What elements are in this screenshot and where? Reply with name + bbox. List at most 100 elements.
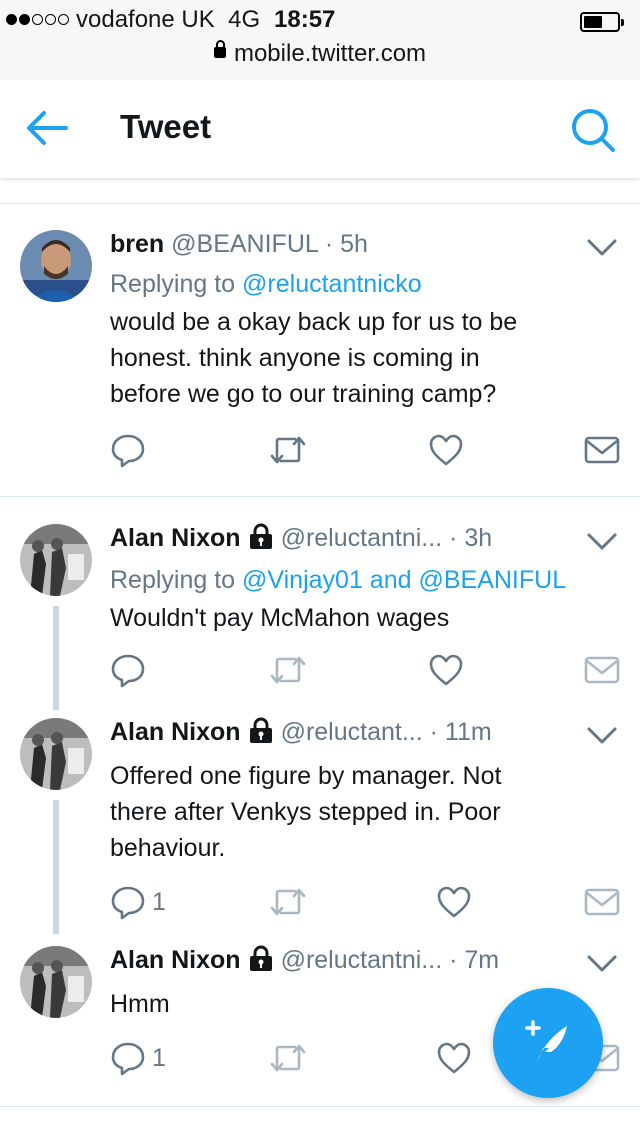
avatar[interactable] — [20, 718, 92, 790]
retweet-icon — [270, 436, 306, 464]
replying-to-label: Replying to — [110, 566, 236, 594]
reply-icon — [111, 654, 145, 688]
separator: · — [429, 718, 438, 746]
reply-count: 1 — [152, 1043, 166, 1072]
like-button[interactable] — [428, 650, 464, 690]
display-name[interactable]: Alan Nixon — [110, 946, 241, 974]
mention-link[interactable]: @Vinjay01 and @BEANIFUL — [242, 566, 566, 594]
separator: · — [324, 230, 334, 258]
more-options-button[interactable] — [586, 726, 618, 746]
reply-icon — [111, 434, 145, 468]
tweet-text-line: Offered one figure by manager. Not — [110, 762, 502, 790]
tweet-actions — [110, 430, 620, 470]
compose-tweet-button[interactable] — [493, 988, 603, 1098]
tweet-header: Alan Nixon @reluctant... · 11m — [110, 717, 492, 754]
clock: 18:57 — [274, 6, 336, 33]
username[interactable]: @BEANIFUL — [171, 230, 318, 258]
reply-icon — [111, 1042, 145, 1076]
chevron-down-icon — [587, 727, 617, 744]
display-name[interactable]: bren — [110, 230, 164, 258]
tweet-text-line: Wouldn't pay McMahon wages — [110, 604, 450, 632]
username[interactable]: @reluctant... — [281, 718, 423, 746]
retweet-icon — [270, 888, 306, 916]
secure-lock-icon — [213, 40, 226, 59]
retweet-button — [268, 1038, 308, 1078]
more-options-button[interactable] — [586, 238, 618, 258]
divider — [0, 1106, 640, 1107]
username[interactable]: @reluctantni... — [281, 524, 443, 552]
replying-to: Replying to @reluctantnicko — [110, 270, 422, 299]
like-button[interactable] — [436, 882, 472, 922]
reply-button[interactable]: 1 — [110, 1038, 166, 1078]
timestamp[interactable]: 3h — [464, 524, 492, 552]
status-row: vodafone UK 4G 18:57 — [0, 6, 640, 36]
display-name[interactable]: Alan Nixon — [110, 718, 241, 746]
thread-connector — [53, 606, 59, 710]
chevron-down-icon — [587, 955, 617, 972]
lock-icon — [249, 945, 272, 972]
avatar[interactable] — [20, 946, 92, 1018]
username[interactable]: @reluctantni... — [281, 946, 443, 974]
tweet-text-line: would be a okay back up for us to be — [110, 308, 518, 336]
separator: · — [449, 524, 458, 552]
profile-photo-icon — [20, 946, 92, 1018]
status-bar: vodafone UK 4G 18:57 mobile.twitter.com — [0, 0, 640, 81]
timestamp[interactable]: 11m — [445, 718, 492, 746]
display-name[interactable]: Alan Nixon — [110, 524, 241, 552]
divider — [0, 496, 640, 497]
reply-button[interactable]: 1 — [110, 882, 166, 922]
battery-icon — [580, 12, 624, 32]
direct-message-button[interactable] — [584, 650, 620, 690]
compose-tweet-icon — [525, 1020, 567, 1062]
address-bar[interactable]: mobile.twitter.com — [0, 40, 640, 70]
url-text: mobile.twitter.com — [233, 40, 427, 67]
back-button[interactable] — [26, 110, 68, 146]
profile-photo-icon — [20, 524, 92, 596]
lock-icon — [249, 523, 272, 550]
envelope-icon — [584, 656, 620, 684]
direct-message-button[interactable] — [584, 882, 620, 922]
divider — [0, 203, 640, 204]
signal-strength-icon — [6, 14, 69, 25]
tweet-text-line: before we go to our training camp? — [110, 380, 497, 408]
direct-message-button[interactable] — [584, 430, 620, 470]
tweet-actions: 1 — [110, 882, 620, 922]
avatar[interactable] — [20, 230, 92, 302]
separator: · — [449, 946, 458, 974]
envelope-icon — [584, 436, 620, 464]
tweet-header: Alan Nixon @reluctantni... · 3h — [110, 523, 492, 560]
network-label: 4G — [228, 6, 261, 33]
chevron-down-icon — [587, 533, 617, 550]
reply-button[interactable] — [110, 650, 152, 690]
more-options-button[interactable] — [586, 532, 618, 552]
replying-to-label: Replying to — [110, 270, 236, 298]
mention-link[interactable]: @reluctantnicko — [242, 270, 422, 298]
thread-connector — [53, 800, 59, 934]
replying-to: Replying to @Vinjay01 and @BEANIFUL — [110, 566, 566, 595]
like-button[interactable] — [428, 430, 464, 470]
tweet-header: Alan Nixon @reluctantni... · 7m — [110, 945, 499, 982]
search-icon — [572, 109, 615, 152]
search-button[interactable] — [570, 107, 616, 153]
avatar[interactable] — [20, 524, 92, 596]
retweet-button — [268, 650, 308, 690]
timestamp[interactable]: 5h — [340, 230, 368, 258]
more-options-button[interactable] — [586, 954, 618, 974]
retweet-icon — [270, 656, 306, 684]
reply-button[interactable] — [110, 430, 152, 470]
retweet-icon — [270, 1044, 306, 1072]
retweet-button — [268, 882, 308, 922]
arrow-left-icon — [27, 111, 68, 145]
envelope-icon — [584, 888, 620, 916]
heart-icon — [437, 886, 471, 918]
timestamp[interactable]: 7m — [464, 946, 499, 974]
retweet-button[interactable] — [268, 430, 308, 470]
tweet-header: bren @BEANIFUL · 5h — [110, 230, 368, 266]
heart-icon — [429, 654, 463, 686]
tweet-text-line: there after Venkys stepped in. Poor — [110, 798, 501, 826]
profile-photo-icon — [20, 718, 92, 790]
tweet-text: Wouldn't pay McMahon wages — [110, 600, 610, 636]
tweet-text: Offered one figure by manager. Not there… — [110, 758, 610, 866]
chevron-down-icon — [587, 239, 617, 256]
like-button[interactable] — [436, 1038, 472, 1078]
